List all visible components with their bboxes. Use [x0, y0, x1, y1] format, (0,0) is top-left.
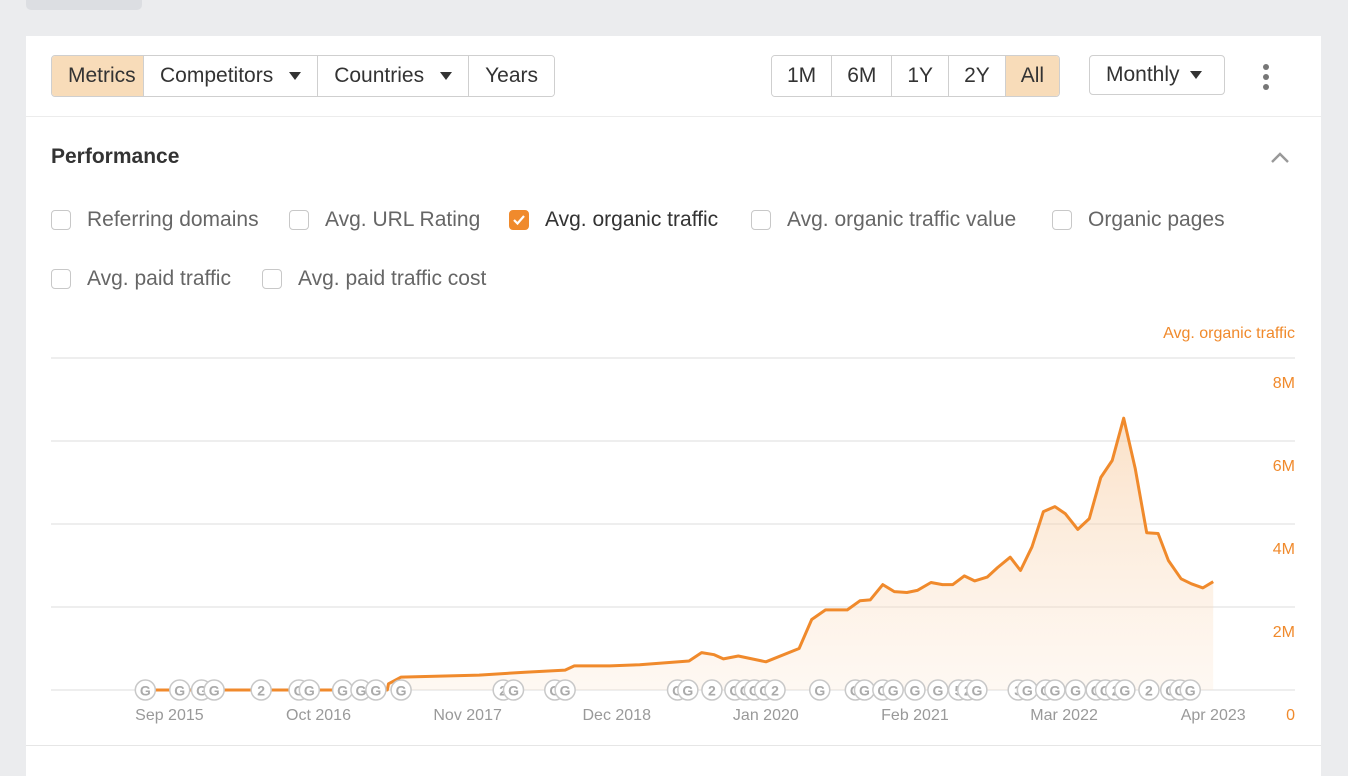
metric-organic-pages[interactable]: Organic pages	[1052, 208, 1225, 232]
checkbox[interactable]	[51, 210, 71, 230]
metric-avg-organic-traffic[interactable]: Avg. organic traffic	[509, 208, 718, 232]
caret-down-icon	[440, 72, 452, 80]
checkbox[interactable]	[289, 210, 309, 230]
metric-avg-paid-traffic-cost[interactable]: Avg. paid traffic cost	[262, 267, 486, 291]
checkbox[interactable]	[1052, 210, 1072, 230]
more-options-icon[interactable]	[1259, 64, 1273, 90]
range-1m-button[interactable]: 1M	[772, 56, 832, 96]
card-divider	[26, 745, 1321, 746]
range-all-button[interactable]: All	[1006, 56, 1059, 96]
range-group: 1M 6M 1Y 2Y All	[771, 55, 1060, 97]
metric-label: Avg. paid traffic cost	[298, 267, 486, 291]
metric-label: Referring domains	[87, 208, 259, 232]
checkbox[interactable]	[51, 269, 71, 289]
metric-avg-organic-traffic-value[interactable]: Avg. organic traffic value	[751, 208, 1016, 232]
caret-down-icon	[1190, 71, 1202, 79]
range-2y-button[interactable]: 2Y	[949, 56, 1006, 96]
tab-years[interactable]: Years	[469, 56, 554, 96]
metric-label: Avg. organic traffic value	[787, 208, 1016, 232]
metric-label: Avg. paid traffic	[87, 267, 231, 291]
tab-years-label: Years	[485, 64, 538, 88]
range-6m-button[interactable]: 6M	[832, 56, 892, 96]
interval-select[interactable]: Monthly	[1089, 55, 1225, 95]
tab-countries[interactable]: Countries	[318, 56, 469, 96]
metric-label: Avg. organic traffic	[545, 208, 718, 232]
tab-metrics[interactable]: Metrics	[52, 56, 144, 96]
interval-select-value: Monthly	[1106, 63, 1180, 87]
checkbox[interactable]	[751, 210, 771, 230]
caret-down-icon	[289, 72, 301, 80]
metric-label: Organic pages	[1088, 208, 1225, 232]
tab-countries-label: Countries	[334, 64, 424, 88]
top-tab-stub	[26, 0, 142, 10]
section-title: Performance	[51, 145, 179, 169]
performance-card: Metrics Competitors Countries Years 1M 6…	[26, 36, 1321, 776]
tab-competitors[interactable]: Competitors	[144, 56, 318, 96]
metric-referring-domains[interactable]: Referring domains	[51, 208, 259, 232]
tab-competitors-label: Competitors	[160, 64, 273, 88]
view-tab-group: Metrics Competitors Countries Years	[51, 55, 555, 97]
metric-avg-url-rating[interactable]: Avg. URL Rating	[289, 208, 480, 232]
chevron-up-icon[interactable]	[1270, 148, 1290, 168]
tab-metrics-label: Metrics	[68, 64, 136, 88]
range-1y-button[interactable]: 1Y	[892, 56, 949, 96]
checkbox-checked[interactable]	[509, 210, 529, 230]
checkbox[interactable]	[262, 269, 282, 289]
toolbar: Metrics Competitors Countries Years 1M 6…	[26, 36, 1321, 117]
checkmark-icon	[512, 214, 526, 226]
metric-avg-paid-traffic[interactable]: Avg. paid traffic	[51, 267, 231, 291]
metric-label: Avg. URL Rating	[325, 208, 480, 232]
